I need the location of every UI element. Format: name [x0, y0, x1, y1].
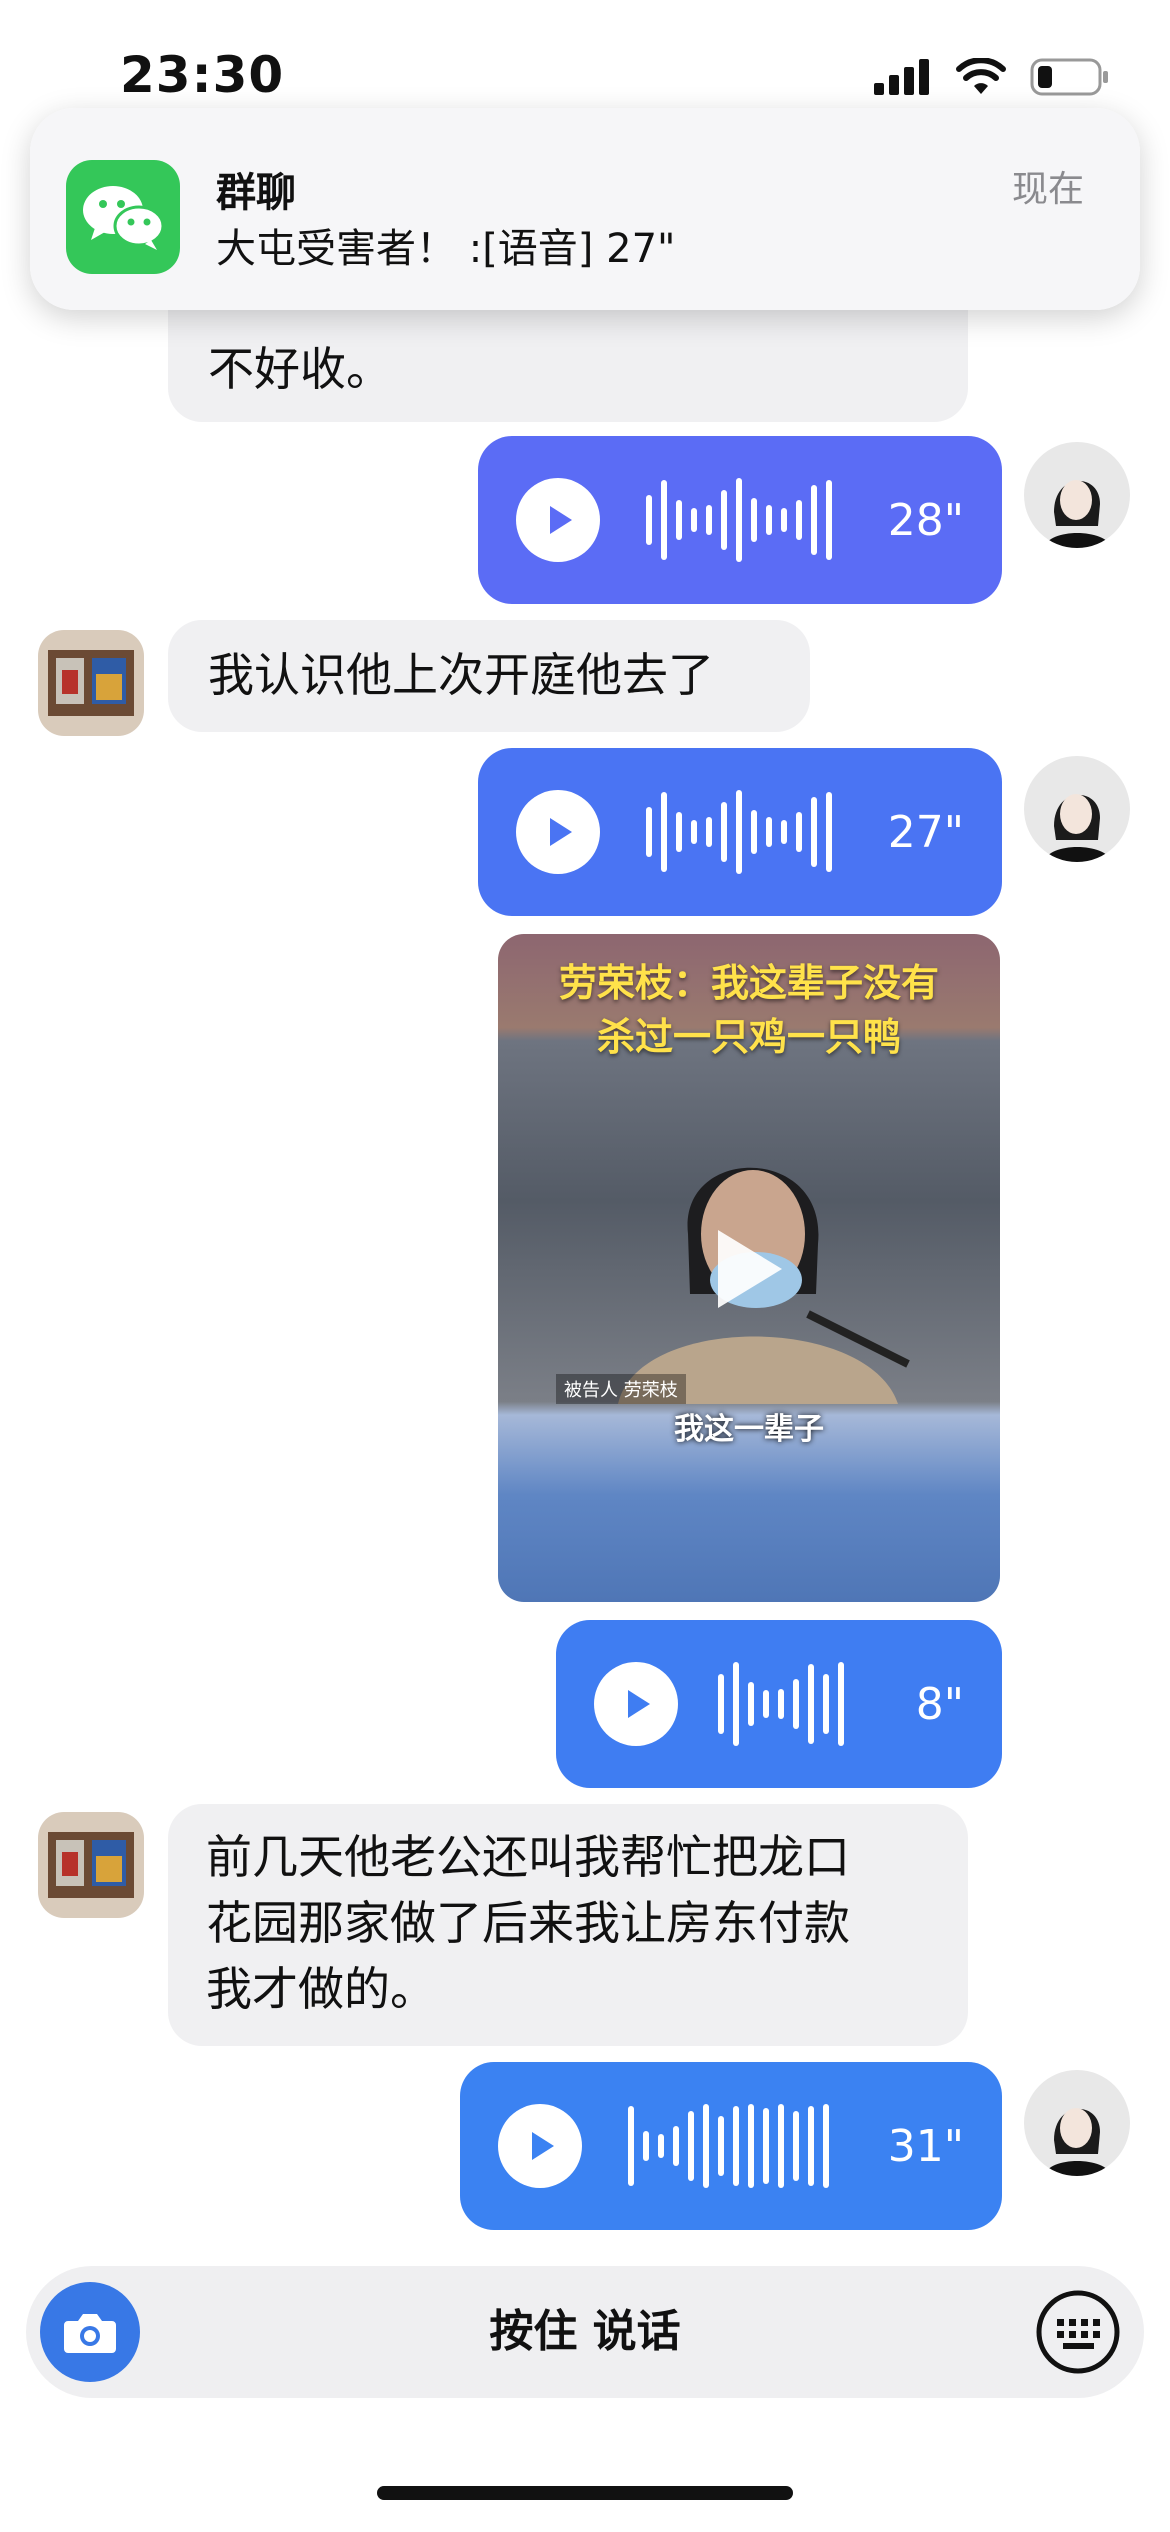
voice-message[interactable]: 27" — [478, 748, 1002, 916]
avatar-image — [1024, 442, 1130, 548]
avatar-contact[interactable] — [38, 1812, 144, 1918]
voice-waveform — [718, 1662, 896, 1746]
message-text: 我认识他上次开庭他去了 — [208, 648, 714, 702]
voice-duration: 31" — [887, 2120, 964, 2172]
notification-time: 现在 — [1011, 169, 1084, 210]
voice-message[interactable]: 31" — [460, 2062, 1002, 2230]
hold-to-talk-button[interactable]: 按住 说话 — [26, 2266, 1144, 2398]
avatar-self[interactable] — [1024, 2070, 1130, 2176]
video-caption-line2: 杀过一只鸡一只鸭 — [596, 1014, 901, 1059]
video-caption-line1: 劳荣枝：我这辈子没有 — [558, 960, 939, 1005]
avatar-image — [1024, 756, 1130, 862]
video-subtitle: 我这一辈子 — [674, 1412, 824, 1447]
play-button[interactable] — [516, 478, 600, 562]
chat-messages[interactable]: 不好收。 28" 我认识他上次开庭他去了 27" 劳荣枝：我这辈子没有 杀过一只… — [0, 0, 1170, 2240]
play-button[interactable] — [594, 1662, 678, 1746]
video-label: 被告人 劳荣枝 — [556, 1374, 686, 1404]
avatar-self[interactable] — [1024, 442, 1130, 548]
voice-waveform — [646, 478, 868, 562]
camera-button[interactable] — [40, 2282, 140, 2382]
message-text-line: 前几天他老公还叫我帮忙把龙口 — [206, 1830, 850, 1884]
voice-duration: 28" — [887, 494, 964, 546]
notification-message: 大屯受害者！ :[语音] 27" — [216, 226, 676, 272]
voice-message[interactable]: 28" — [478, 436, 1002, 604]
voice-duration: 8" — [915, 1678, 964, 1730]
keyboard-icon — [1036, 2290, 1120, 2374]
avatar-image — [38, 630, 144, 736]
play-icon — [628, 1690, 650, 1718]
avatar-image — [1024, 2070, 1130, 2176]
wechat-icon — [66, 160, 180, 274]
avatar-image — [38, 1812, 144, 1918]
message-text-line: 花园那家做了后来我让房东付款 — [206, 1896, 850, 1950]
keyboard-button[interactable] — [1028, 2282, 1128, 2382]
avatar-self[interactable] — [1024, 756, 1130, 862]
play-icon — [532, 2132, 554, 2160]
input-bar: 按住 说话 — [26, 2266, 1144, 2398]
voice-waveform — [646, 790, 868, 874]
notification-banner[interactable]: 群聊 大屯受害者！ :[语音] 27" 现在 — [30, 108, 1140, 310]
play-button[interactable] — [498, 2104, 582, 2188]
camera-icon — [64, 2314, 116, 2353]
message-bubble-text[interactable]: 我认识他上次开庭他去了 — [168, 620, 810, 732]
voice-waveform — [628, 2104, 868, 2188]
avatar-contact[interactable] — [38, 630, 144, 736]
video-message[interactable]: 劳荣枝：我这辈子没有 杀过一只鸡一只鸭 被告人 劳荣枝 我这一辈子 — [498, 934, 1000, 1602]
play-icon — [550, 818, 572, 846]
notification-title: 群聊 — [216, 170, 296, 216]
message-text: 不好收。 — [208, 342, 392, 396]
message-bubble-text[interactable]: 前几天他老公还叫我帮忙把龙口 花园那家做了后来我让房东付款 我才做的。 — [168, 1804, 968, 2046]
play-button[interactable] — [516, 790, 600, 874]
voice-message[interactable]: 8" — [556, 1620, 1002, 1788]
home-indicator[interactable] — [377, 2486, 793, 2500]
message-text-line: 我才做的。 — [206, 1962, 436, 2016]
video-play-icon[interactable] — [708, 1224, 788, 1314]
voice-duration: 27" — [887, 806, 964, 858]
play-icon — [550, 506, 572, 534]
